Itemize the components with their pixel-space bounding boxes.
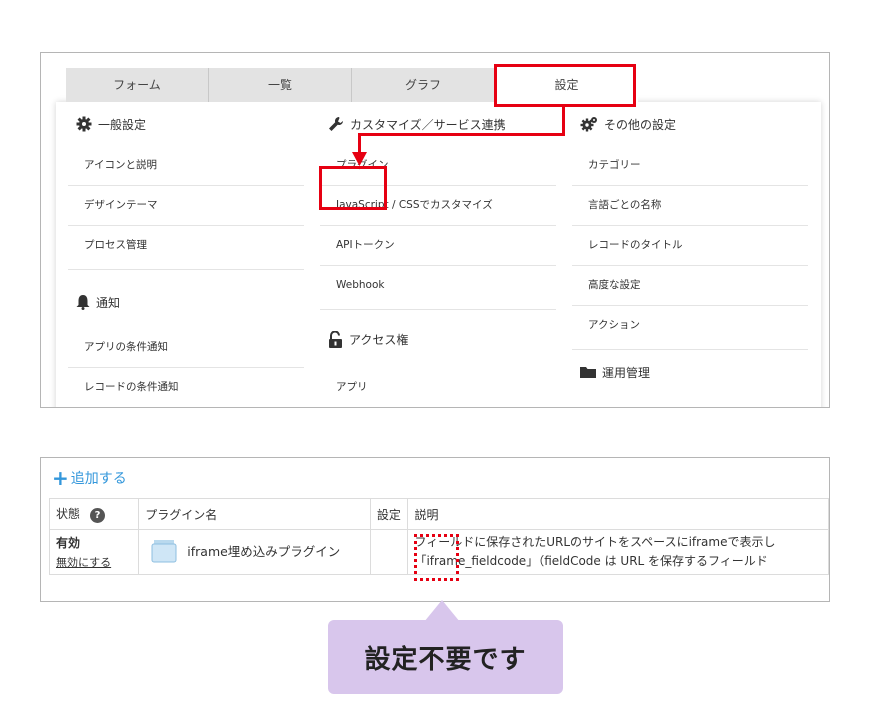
- description-line-1: フィールドに保存されたURLのサイトをスペースにiframeで表示し: [414, 535, 776, 549]
- menu-record-title[interactable]: レコードのタイトル: [572, 226, 808, 266]
- settings-cell-highlight: [414, 534, 459, 581]
- help-icon[interactable]: ?: [90, 508, 106, 523]
- other-settings-header: その他の設定: [572, 102, 808, 146]
- unlock-icon: [329, 330, 342, 348]
- operation-header: 運用管理: [572, 350, 808, 394]
- plus-icon: +: [52, 466, 69, 490]
- callout-pointer: [424, 600, 460, 622]
- menu-localized-names[interactable]: 言語ごとの名称: [572, 186, 808, 226]
- header-settings: 設定: [369, 498, 409, 530]
- menu-process-management[interactable]: プロセス管理: [68, 226, 304, 270]
- settings-cell: [369, 529, 409, 575]
- general-settings-column: 一般設定 アイコンと説明 デザインテーマ プロセス管理 通知 アプリの条件通知 …: [68, 102, 304, 407]
- menu-webhook[interactable]: Webhook: [320, 266, 556, 310]
- add-plugin-button[interactable]: + 追加する: [52, 468, 127, 488]
- plugin-name: iframe埋め込みプラグイン: [187, 544, 341, 559]
- tab-bar: フォーム 一覧 グラフ 設定: [66, 68, 781, 102]
- plugin-icon: [151, 539, 177, 562]
- tab-list[interactable]: 一覧: [209, 68, 352, 102]
- description-line-2: 「iframe_fieldcode」（fieldCode は URL を保存する…: [414, 554, 768, 568]
- disable-link[interactable]: 無効にする: [56, 554, 132, 570]
- gear-icon: [76, 116, 92, 132]
- menu-access-app[interactable]: アプリ: [320, 368, 556, 407]
- customize-column: カスタマイズ／サービス連携 プラグイン JavaScript / CSSでカスタ…: [320, 102, 556, 407]
- menu-icon-description[interactable]: アイコンと説明: [68, 146, 304, 186]
- notification-header: 通知: [68, 270, 304, 328]
- header-description: 説明: [407, 498, 829, 530]
- access-header: アクセス権: [320, 310, 556, 368]
- folder-icon: [580, 367, 596, 378]
- arrow-head-icon: [352, 152, 367, 166]
- arrow-segment-horizontal: [358, 133, 565, 136]
- description-cell: フィールドに保存されたURLのサイトをスペースにiframeで表示し 「ifra…: [407, 529, 829, 575]
- menu-category[interactable]: カテゴリー: [572, 146, 808, 186]
- settings-tab-highlight: [494, 64, 636, 107]
- header-plugin-name: プラグイン名: [138, 498, 371, 530]
- status-cell: 有効 無効にする: [48, 529, 140, 575]
- customize-header: カスタマイズ／サービス連携: [320, 102, 556, 146]
- other-settings-column: その他の設定 カテゴリー 言語ごとの名称 レコードのタイトル 高度な設定 アクシ…: [572, 102, 808, 394]
- menu-api-token[interactable]: APIトークン: [320, 226, 556, 266]
- tab-form[interactable]: フォーム: [66, 68, 209, 102]
- menu-record-notification[interactable]: レコードの条件通知: [68, 368, 304, 407]
- plugin-name-cell: iframe埋め込みプラグイン: [138, 529, 371, 575]
- menu-app-notification[interactable]: アプリの条件通知: [68, 328, 304, 368]
- bell-icon: [76, 295, 90, 310]
- arrow-segment-vertical-1: [562, 106, 565, 135]
- status-enabled: 有効: [56, 536, 81, 550]
- menu-actions[interactable]: アクション: [572, 306, 808, 350]
- general-settings-header: 一般設定: [68, 102, 304, 146]
- plugin-highlight: [319, 166, 387, 210]
- table-header-row: 状態? プラグイン名 設定 説明: [48, 498, 829, 530]
- menu-advanced-settings[interactable]: 高度な設定: [572, 266, 808, 306]
- callout-no-settings-needed: 設定不要です: [328, 620, 563, 694]
- tab-graph[interactable]: グラフ: [352, 68, 495, 102]
- header-status: 状態?: [48, 498, 140, 530]
- app-settings-panel: フォーム 一覧 グラフ 設定 一般設定 アイコンと説明 デザインテーマ プロセス…: [40, 52, 830, 408]
- gears-icon: [580, 117, 597, 132]
- wrench-icon: [329, 116, 344, 131]
- menu-design-theme[interactable]: デザインテーマ: [68, 186, 304, 226]
